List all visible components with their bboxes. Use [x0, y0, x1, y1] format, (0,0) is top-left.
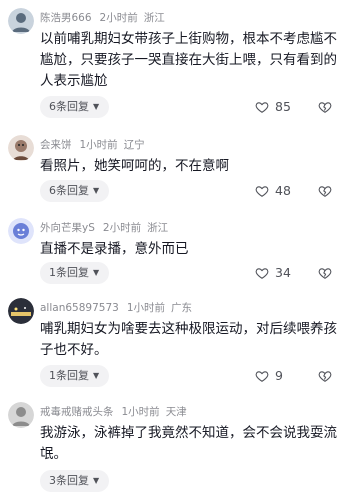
dislike-button[interactable]	[318, 365, 336, 387]
like-button[interactable]: 48	[255, 180, 291, 202]
like-count: 48	[275, 183, 291, 198]
username[interactable]: 陈浩男666	[40, 12, 92, 24]
like-button[interactable]: 85	[255, 96, 291, 118]
view-replies-button[interactable]: 6条回复 ▼	[40, 180, 110, 202]
broken-heart-icon	[318, 186, 332, 197]
chevron-down-icon: ▼	[93, 371, 100, 380]
view-replies-button[interactable]: 1条回复 ▼	[40, 365, 110, 387]
dislike-button[interactable]	[318, 96, 336, 118]
comment-text: 以前哺乳期妇女带孩子上街购物，根本不考虑尴不尴尬，只要孩子一哭直接在大街上喂，只…	[40, 31, 337, 89]
chevron-down-icon: ▼	[93, 102, 100, 111]
comment-time: 1小时前	[79, 139, 118, 151]
avatar[interactable]	[8, 218, 34, 244]
comment-time: 1小时前	[126, 302, 165, 314]
broken-heart-icon	[318, 102, 332, 113]
avatar[interactable]	[8, 298, 34, 324]
chevron-down-icon: ▼	[93, 476, 100, 485]
comment-time: 2小时前	[102, 222, 142, 234]
like-count: 9	[275, 368, 283, 383]
comment-text: 看照片，她笑呵呵的，不在意啊	[40, 158, 229, 174]
like-count: 85	[275, 99, 291, 114]
broken-heart-icon	[318, 268, 332, 279]
comment-text: 直播不是录播，意外而已	[40, 241, 189, 257]
replies-label: 6条回复	[49, 184, 89, 197]
broken-heart-icon	[318, 371, 332, 382]
comment-meta: 陈浩男666 2小时前 浙江	[40, 8, 171, 28]
avatar[interactable]	[8, 135, 34, 161]
replies-label: 6条回复	[49, 100, 89, 113]
comment-location: 浙江	[147, 222, 169, 234]
chevron-down-icon: ▼	[93, 268, 100, 277]
heart-icon	[255, 268, 269, 279]
replies-label: 1条回复	[49, 369, 89, 382]
comment-meta: allan65897573 1小时前 广东	[40, 298, 198, 318]
comment-time: 1小时前	[121, 406, 160, 418]
username[interactable]: 戒毒戒赌戒头条	[40, 406, 114, 418]
dislike-button[interactable]	[318, 180, 336, 202]
heart-icon	[255, 371, 269, 382]
chevron-down-icon: ▼	[93, 186, 100, 195]
replies-label: 1条回复	[49, 266, 89, 279]
comment-location: 天津	[165, 406, 187, 418]
comment-location: 广东	[171, 302, 192, 314]
avatar[interactable]	[8, 8, 34, 34]
view-replies-button[interactable]: 6条回复 ▼	[40, 96, 110, 118]
comment-meta: 外向芒果yS 2小时前 浙江	[40, 218, 174, 238]
like-button[interactable]: 34	[255, 262, 291, 284]
avatar[interactable]	[8, 402, 34, 428]
view-replies-button[interactable]: 1条回复 ▼	[40, 262, 110, 284]
comment-time: 2小时前	[99, 12, 138, 24]
username[interactable]: 会来饼	[40, 139, 72, 151]
comment-meta: 会来饼 1小时前 辽宁	[40, 135, 151, 155]
heart-icon	[255, 186, 269, 197]
comment-text: 哺乳期妇女为啥要去这种极限运动，对后续喂养孩子也不好。	[40, 321, 337, 358]
like-count: 34	[275, 265, 291, 280]
username[interactable]: allan65897573	[40, 302, 119, 314]
comment-location: 辽宁	[123, 139, 145, 151]
username[interactable]: 外向芒果yS	[40, 222, 95, 234]
heart-icon	[255, 102, 269, 113]
dislike-button[interactable]	[318, 262, 336, 284]
like-button[interactable]: 9	[255, 365, 283, 387]
comment-meta: 戒毒戒赌戒头条 1小时前 天津	[40, 402, 193, 422]
comment-location: 浙江	[143, 12, 165, 24]
comment-text: 我游泳，泳裤掉了我竟然不知道，会不会说我耍流氓。	[40, 425, 337, 462]
replies-label: 3条回复	[49, 474, 89, 487]
view-replies-button[interactable]: 3条回复 ▼	[40, 470, 110, 492]
